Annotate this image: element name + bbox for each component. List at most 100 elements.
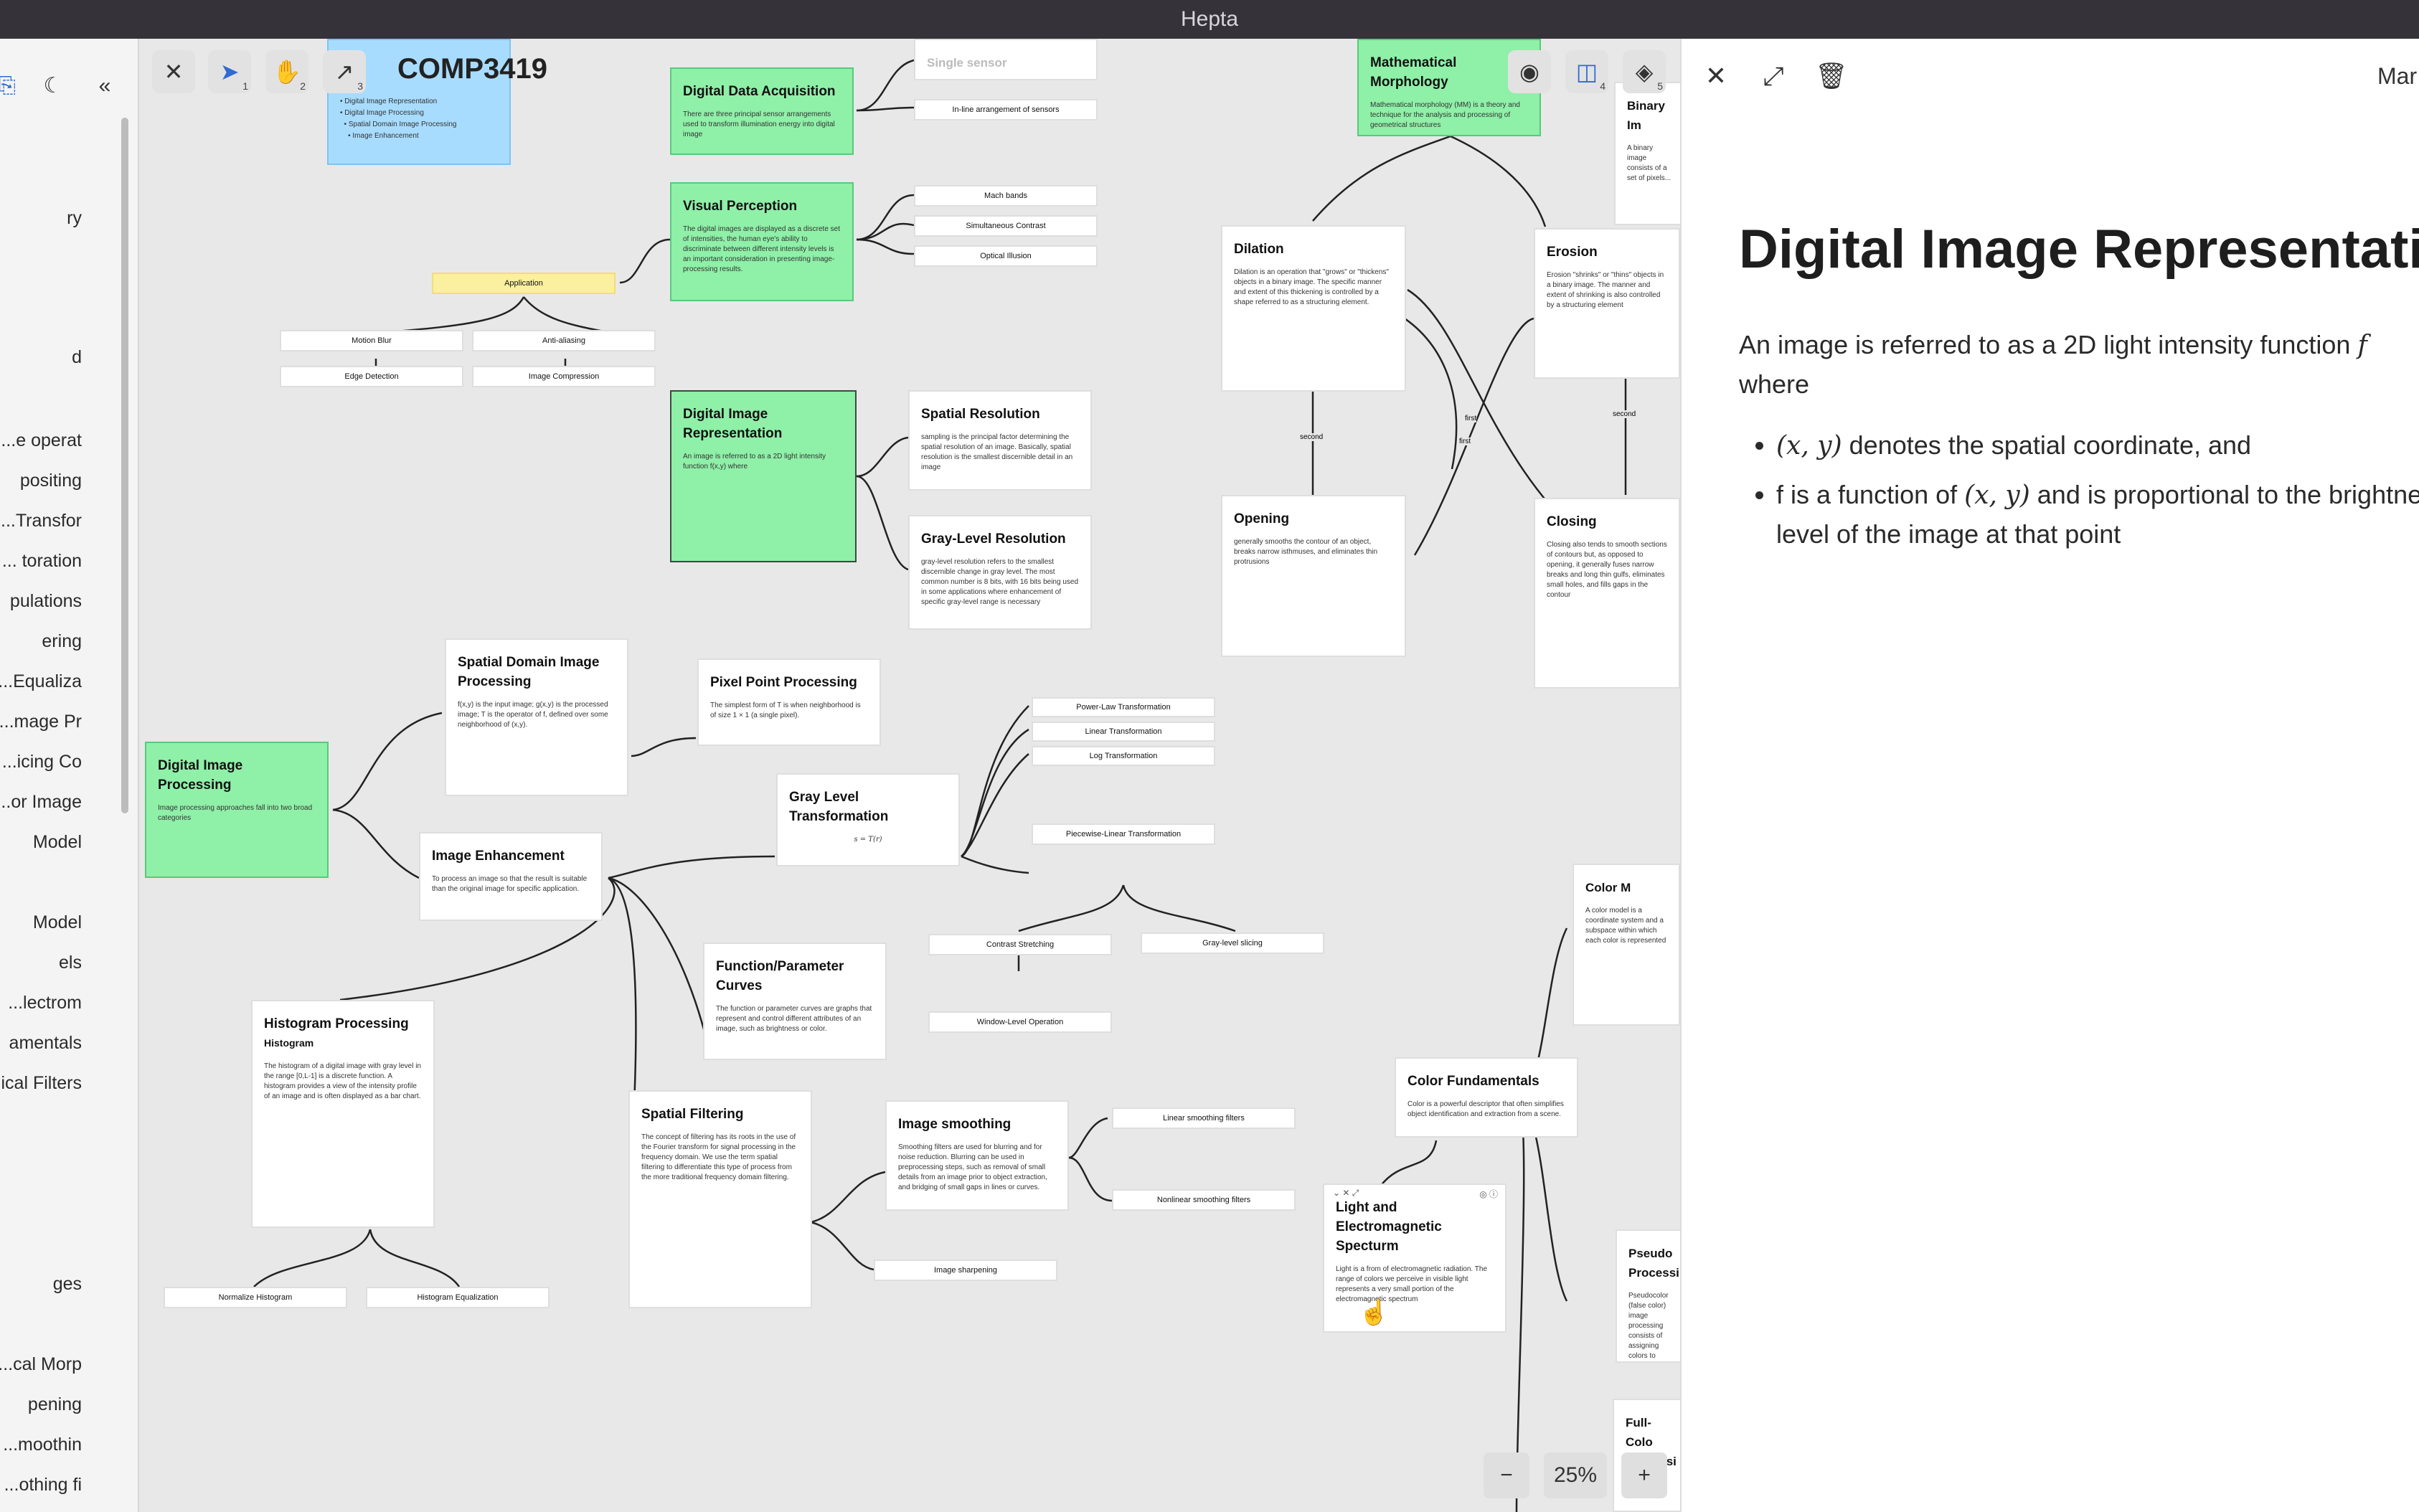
select-tool-button[interactable]: ➤ 1 [208,50,251,93]
card-image-compression[interactable]: Image Compression [472,366,656,387]
card-piecewise-linear[interactable]: Piecewise-Linear Transformation [1032,823,1215,845]
card-anti-aliasing[interactable]: Anti-aliasing [472,330,656,351]
card-optical-illusion[interactable]: Optical Illusion [914,245,1098,267]
card-mini-toolbar[interactable]: ⌄ ✕ ⤢ [1333,1188,1359,1199]
card-inline-sensors[interactable]: In-line arrangement of sensors [914,99,1098,121]
sidebar-item[interactable]: Equaliza... [0,671,138,692]
card-nonlinear-smoothing[interactable]: Nonlinear smoothing filters [1112,1189,1296,1211]
sidebar-item[interactable]: Model [0,912,138,933]
card-closing[interactable]: Closing Closing also tends to smooth sec… [1534,498,1680,689]
close-board-button[interactable]: ✕ [152,50,195,93]
card-pixel-point-processing[interactable]: Pixel Point Processing The simplest form… [697,658,881,746]
arrow-tool-button[interactable]: ↗ 3 [323,50,366,93]
sidebar-item-label: pulations [9,591,82,611]
sidebar-item[interactable]: pening [0,1394,138,1415]
card-single-sensor[interactable]: Single sensor [914,39,1098,80]
card-normalize-histogram[interactable]: Normalize Histogram [164,1287,347,1308]
card-log-transformation[interactable]: Log Transformation [1032,746,1215,766]
sidebar-item[interactable]: moothin... [0,1435,138,1455]
card-digital-image-representation[interactable]: Digital Image Representation An image is… [670,390,857,562]
card-simultaneous-contrast[interactable]: Simultaneous Contrast [914,215,1098,237]
card-title: Digital Data Acquisition [683,84,836,99]
card-gray-level-resolution[interactable]: Gray-Level Resolution gray-level resolut… [908,515,1092,630]
card-dilation[interactable]: Dilation Dilation is an operation that "… [1221,225,1406,392]
sidebar-item[interactable]: ges [0,1274,138,1295]
card-power-law[interactable]: Power-Law Transformation [1032,697,1215,717]
card-spatial-domain-processing[interactable]: Spatial Domain Image Processing f(x,y) i… [445,638,628,796]
visibility-button[interactable]: ◉ [1508,50,1551,93]
collapse-sidebar-icon[interactable]: « [92,73,118,99]
card-contrast-stretching[interactable]: Contrast Stretching [928,934,1112,955]
card-body: The function or parameter curves are gra… [716,1005,872,1033]
sidebar-item[interactable]: or Image... [0,792,138,813]
card-histogram-equalization[interactable]: Histogram Equalization [366,1287,550,1308]
card-motion-blur[interactable]: Motion Blur [280,330,463,351]
card-erosion[interactable]: Erosion Erosion "shrinks" or "thins" obj… [1534,228,1680,379]
import-icon[interactable]: ⎘ [0,73,20,99]
card-image-enhancement[interactable]: Image Enhancement To process an image so… [419,832,603,921]
sidebar-item[interactable]: toration ... [0,551,138,572]
panel-title[interactable]: Digital Image Representation [1739,218,2419,280]
card-digital-image-processing[interactable]: Digital Image Processing Image processin… [145,742,329,878]
sidebar-item[interactable]: els [0,953,138,973]
card-color-models[interactable]: Color M A color model is a coordinate sy… [1572,864,1680,1026]
whiteboard-canvas[interactable]: • Digital Image Representation • Digital… [139,39,1680,1512]
card-title: Spatial Resolution [921,407,1040,422]
close-panel-button[interactable]: ✕ [1700,60,1732,92]
zoom-out-button[interactable]: − [1484,1452,1529,1498]
sidebar-item[interactable]: othing fi... [0,1475,138,1496]
sidebar-item[interactable]: Transfor... [0,511,138,531]
outline-item: Digital Image Processing [344,109,424,117]
sidebar-item[interactable]: lectrom... [0,993,138,1013]
card-application[interactable]: Application [432,273,616,294]
card-mini-icons[interactable]: ◎ ⓘ [1479,1188,1498,1200]
sidebar-item[interactable]: ering [0,631,138,652]
card-edge-detection[interactable]: Edge Detection [280,366,463,387]
panel-bullet-list[interactable]: (x, y) denotes the spatial coordinate, a… [1739,426,2419,564]
card-color-fundamentals[interactable]: Color Fundamentals Color is a powerful d… [1395,1057,1578,1138]
card-pseudocolor[interactable]: Pseudo Processi Pseudocolor (false color… [1616,1229,1680,1363]
sidebar-item[interactable]: amentals [0,1033,138,1054]
layers-button[interactable]: ◈ 5 [1623,50,1666,93]
board-title[interactable]: COMP3419 [397,53,547,85]
sidebar-item[interactable]: ry [0,208,138,229]
card-body: Pseudocolor (false color) image processi… [1628,1292,1669,1360]
card-image-smoothing[interactable]: Image smoothing Smoothing filters are us… [885,1100,1069,1211]
card-opening[interactable]: Opening generally smooths the contour of… [1221,495,1406,657]
card-visual-perception[interactable]: Visual Perception The digital images are… [670,182,854,301]
sidebar-item[interactable]: d [0,347,138,368]
sidebar-scrollbar[interactable] [121,118,128,813]
card-gray-level-slicing[interactable]: Gray-level slicing [1141,932,1324,954]
card-image-sharpening[interactable]: Image sharpening [874,1260,1057,1281]
card-data-acquisition[interactable]: Digital Data Acquisition There are three… [670,67,854,155]
dark-mode-icon[interactable]: ☾ [40,73,66,99]
split-view-button[interactable]: ◫ 4 [1565,50,1608,93]
delete-card-button[interactable]: 🗑 [1815,60,1848,92]
card-binary-image[interactable]: Binary Im A binary image consists of a s… [1614,82,1680,225]
card-linear-smoothing[interactable]: Linear smoothing filters [1112,1107,1296,1129]
sidebar-item[interactable]: cal Morp... [0,1354,138,1375]
card-gray-level-transformation[interactable]: Gray Level Transformation s = T(r) [776,773,960,866]
sidebar-item[interactable]: pulations [0,591,138,612]
card-spatial-resolution[interactable]: Spatial Resolution sampling is the princ… [908,390,1092,491]
sidebar-item-label: or Image... [0,792,82,812]
sidebar-item[interactable]: e operat... [0,430,138,451]
card-mach-bands[interactable]: Mach bands [914,185,1098,207]
sidebar-item[interactable]: positing [0,471,138,491]
card-linear-transformation[interactable]: Linear Transformation [1032,722,1215,742]
card-function-curves[interactable]: Function/Parameter Curves The function o… [703,942,887,1060]
sidebar-item[interactable]: ical Filters [0,1073,138,1094]
panel-paragraph[interactable]: An image is referred to as a 2D light in… [1739,326,2419,404]
zoom-in-button[interactable]: + [1621,1452,1667,1498]
sidebar-item[interactable]: Model [0,832,138,853]
sidebar-item[interactable]: icing Co... [0,752,138,772]
card-spatial-filtering[interactable]: Spatial Filtering The concept of filteri… [628,1090,812,1308]
card-light-electromagnetic[interactable]: ⌄ ✕ ⤢ ◎ ⓘ Light and Electromagnetic Spec… [1323,1183,1506,1333]
sidebar-item-label: e operat... [1,430,82,450]
hand-tool-button[interactable]: ✋ 2 [265,50,308,93]
sidebar-item[interactable]: mage Pr... [0,712,138,732]
card-window-level[interactable]: Window-Level Operation [928,1011,1112,1033]
card-histogram-processing[interactable]: Histogram Processing Histogram The histo… [251,1000,435,1228]
expand-panel-button[interactable]: ⤢ [1758,60,1789,92]
zoom-level[interactable]: 25% [1544,1452,1607,1498]
